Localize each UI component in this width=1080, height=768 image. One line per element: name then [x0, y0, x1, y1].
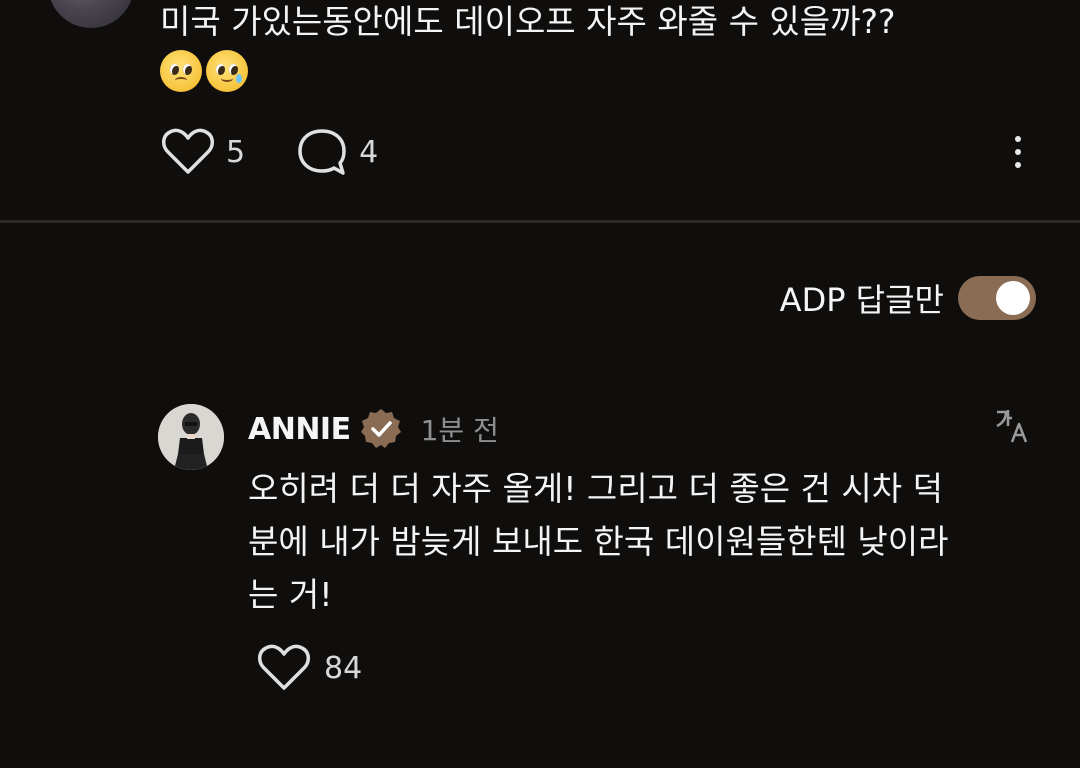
face-holding-back-tears-emoji	[206, 50, 248, 92]
reply-filter: ADP 답글만	[780, 275, 1036, 321]
like-button[interactable]: 5	[160, 128, 245, 176]
reply-like-button[interactable]: 84	[256, 644, 362, 692]
reply-header: ANNIE 1분 전	[248, 406, 499, 452]
more-options-button[interactable]	[1008, 136, 1028, 168]
comment-button[interactable]: 4	[295, 127, 378, 177]
emoji-row	[160, 50, 248, 92]
more-dot-icon	[1015, 162, 1021, 168]
verified-badge-icon	[360, 409, 401, 448]
reply-time: 1분 전	[420, 414, 499, 447]
filter-label: ADP 답글만	[779, 281, 944, 319]
toggle-knob	[996, 281, 1030, 315]
post-actions: 5 4	[160, 128, 428, 176]
comment-count: 4	[359, 134, 379, 170]
reply-author-name[interactable]: ANNIE	[248, 412, 351, 447]
reply-author-avatar[interactable]	[158, 404, 224, 470]
post-text: 미국 가있는동안에도 데이오프 자주 와줄 수 있을까??	[160, 2, 896, 41]
divider	[0, 220, 1080, 223]
heart-icon	[258, 644, 310, 690]
pleading-face-emoji	[160, 50, 202, 92]
like-count: 5	[226, 134, 246, 170]
heart-icon	[162, 128, 214, 174]
avatar-photo	[158, 404, 224, 470]
more-dot-icon	[1015, 149, 1021, 155]
reply-text: 오히려 더 더 자주 올게! 그리고 더 좋은 건 시차 덕분에 내가 밤늦게 …	[248, 469, 949, 614]
filter-toggle[interactable]	[958, 276, 1036, 320]
comment-bubble-icon	[298, 129, 346, 175]
author-avatar[interactable]	[48, 0, 134, 28]
comment-thread: 미국 가있는동안에도 데이오프 자주 와줄 수 있을까?? 5 4 ADP 답글…	[0, 0, 1080, 768]
reply-like-count: 84	[324, 650, 363, 686]
more-dot-icon	[1015, 136, 1021, 142]
translate-icon[interactable]	[992, 406, 1032, 446]
